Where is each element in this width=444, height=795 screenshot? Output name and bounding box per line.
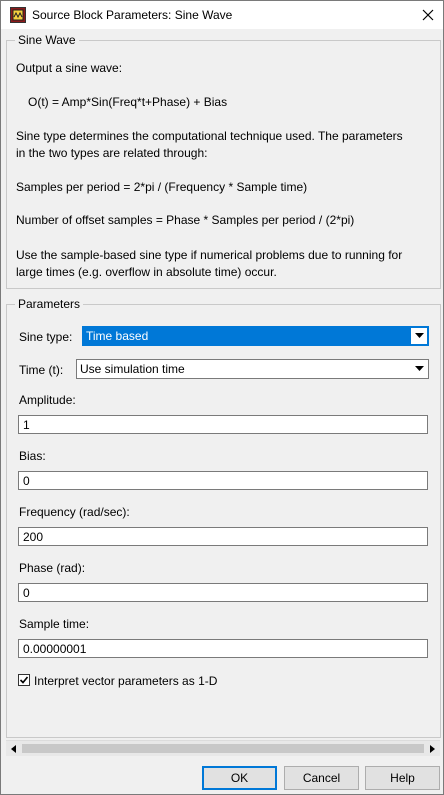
description-line: Samples per period = 2*pi / (Frequency *… — [16, 180, 308, 194]
simulink-block-icon — [10, 7, 26, 23]
scroll-right-icon[interactable] — [425, 741, 440, 756]
phase-input[interactable]: 0 — [18, 583, 428, 602]
close-icon[interactable] — [413, 1, 443, 29]
dialog-window: Source Block Parameters: Sine Wave Sine … — [0, 0, 444, 795]
scrollbar-thumb[interactable] — [22, 744, 424, 753]
description-line: Number of offset samples = Phase * Sampl… — [16, 213, 355, 227]
formula-line: O(t) = Amp*Sin(Freq*t+Phase) + Bias — [28, 95, 228, 109]
description-line: Use the sample-based sine type if numeri… — [16, 248, 403, 262]
time-select[interactable]: Use simulation time — [76, 359, 429, 379]
description-line: large times (e.g. overflow in absolute t… — [16, 265, 277, 279]
window-title: Source Block Parameters: Sine Wave — [32, 8, 233, 22]
sine-type-select[interactable]: Time based — [82, 326, 429, 346]
bias-label: Bias: — [19, 449, 46, 463]
sine-type-value: Time based — [86, 329, 149, 343]
parameters-legend: Parameters — [15, 297, 84, 311]
description-line: Sine type determines the computational t… — [16, 129, 403, 143]
chevron-down-icon[interactable] — [411, 361, 427, 377]
sample-time-label: Sample time: — [19, 617, 90, 631]
frequency-input[interactable]: 200 — [18, 527, 428, 546]
amplitude-label: Amplitude: — [19, 393, 76, 407]
bias-input[interactable]: 0 — [18, 471, 428, 490]
chevron-down-icon[interactable] — [411, 328, 427, 344]
description-line: in the two types are related through: — [16, 146, 208, 160]
frequency-label: Frequency (rad/sec): — [19, 505, 130, 519]
sine-type-label: Sine type: — [19, 330, 73, 344]
horizontal-scrollbar[interactable] — [6, 740, 440, 756]
ok-button[interactable]: OK — [202, 766, 277, 790]
interpret-vector-checkbox[interactable] — [18, 674, 30, 686]
cancel-button[interactable]: Cancel — [284, 766, 359, 790]
phase-label: Phase (rad): — [19, 561, 86, 575]
sample-time-input[interactable]: 0.00000001 — [18, 639, 428, 658]
time-value: Use simulation time — [80, 362, 185, 376]
description-legend: Sine Wave — [15, 33, 79, 47]
amplitude-input[interactable]: 1 — [18, 415, 428, 434]
scroll-left-icon[interactable] — [6, 741, 21, 756]
interpret-vector-label[interactable]: Interpret vector parameters as 1-D — [34, 674, 217, 688]
title-bar: Source Block Parameters: Sine Wave — [1, 1, 443, 29]
help-button[interactable]: Help — [365, 766, 440, 790]
description-line: Output a sine wave: — [16, 61, 123, 75]
time-label: Time (t): — [19, 363, 64, 377]
